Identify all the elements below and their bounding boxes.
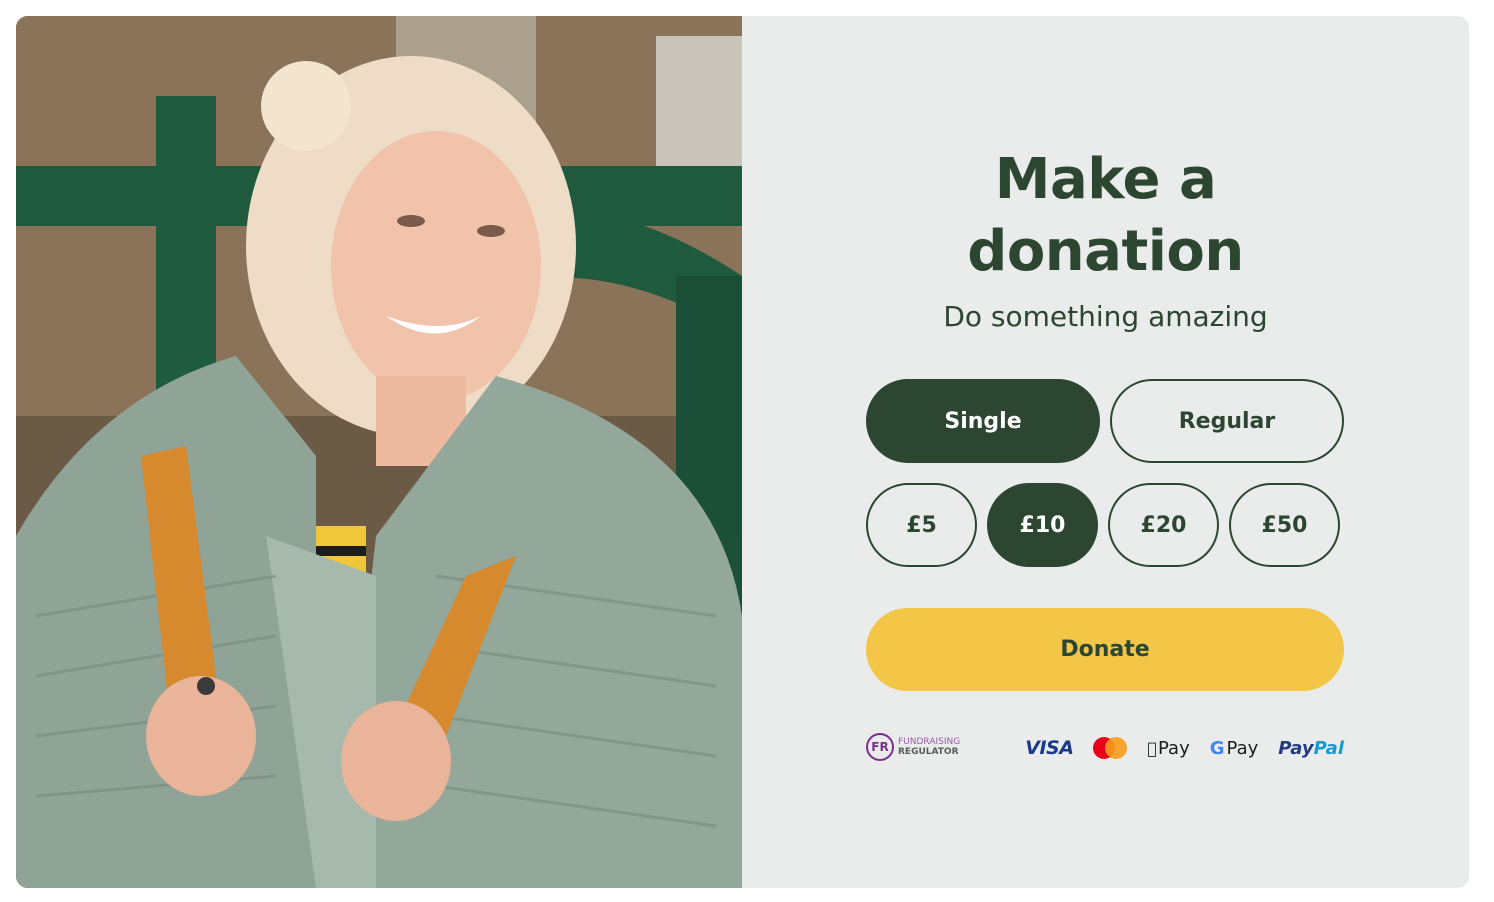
google-pay-icon: G Pay [1210,738,1259,759]
paypal-pal-text: Pal [1313,737,1344,759]
apple-icon:  [1147,739,1157,758]
fr-text: FUNDRAISING REGULATOR [898,737,960,757]
apple-pay-label: Pay [1158,737,1190,759]
fr-badge-icon: FR [866,733,894,761]
amount-selector: £5 £10 £20 £50 [866,483,1344,567]
amount-20-button[interactable]: £20 [1108,483,1219,567]
mastercard-icon [1093,737,1128,759]
apple-pay-icon:  Pay [1147,738,1189,759]
paypal-icon: PayPal [1278,738,1344,759]
title-line-1: Make a [994,147,1217,212]
google-g-icon: G [1209,737,1225,759]
photo-illustration [16,16,742,888]
fundraising-regulator-logo: FR FUNDRAISING REGULATOR [866,733,960,761]
payment-logos: VISA  Pay G Pay PayPal [1025,731,1344,765]
visa-icon: VISA [1025,737,1074,759]
paypal-pay-text: Pay [1278,737,1314,759]
payment-footer: FR FUNDRAISING REGULATOR VISA  Pay G Pa… [866,731,1344,765]
frequency-selector: Single Regular [866,379,1344,463]
fr-line-2: REGULATOR [898,747,959,757]
google-pay-label: Pay [1226,737,1259,759]
amount-50-button[interactable]: £50 [1229,483,1340,567]
hero-photo [16,16,742,888]
donate-button[interactable]: Donate [866,608,1344,691]
donation-card: Make a donation Do something amazing Sin… [16,16,1469,888]
amount-5-button[interactable]: £5 [866,483,977,567]
donation-panel: Make a donation Do something amazing Sin… [742,16,1469,888]
fr-line-1: FUNDRAISING [898,737,961,747]
amount-10-button[interactable]: £10 [987,483,1098,567]
subtitle: Do something amazing [943,300,1268,333]
title-line-2: donation [967,219,1244,284]
single-donation-button[interactable]: Single [866,379,1100,463]
page-title: Make a donation [742,144,1469,288]
regular-donation-button[interactable]: Regular [1110,379,1344,463]
